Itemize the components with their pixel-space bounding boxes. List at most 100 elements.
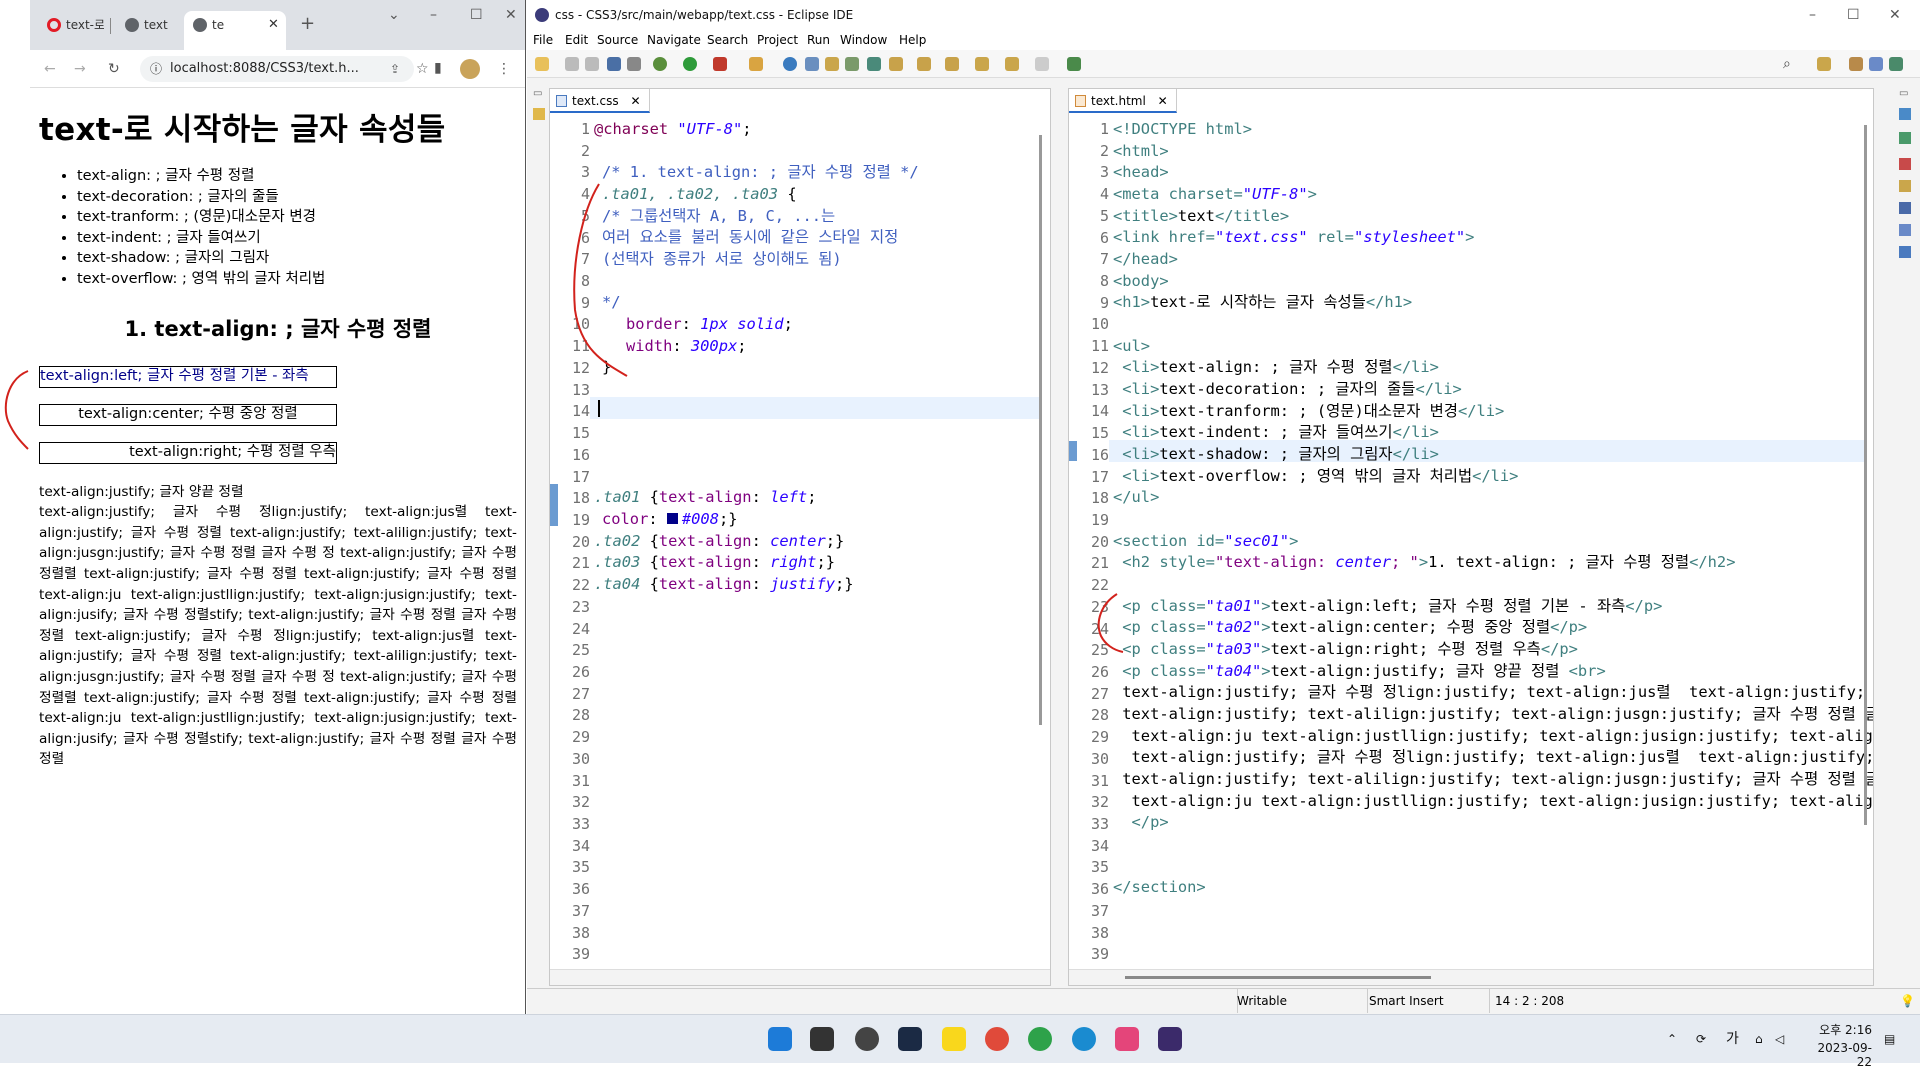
- kakaotalk-icon[interactable]: [942, 1027, 966, 1051]
- bookmark-star-icon[interactable]: ☆: [416, 60, 429, 78]
- menu-window[interactable]: Window: [840, 30, 887, 50]
- run-icon[interactable]: [683, 57, 697, 71]
- chrome-icon[interactable]: [985, 1027, 1009, 1051]
- menu-search[interactable]: Search: [707, 30, 748, 50]
- css-file-icon: [556, 95, 567, 107]
- menu-run[interactable]: Run: [807, 30, 830, 50]
- avatar[interactable]: [460, 59, 480, 79]
- html-code-area[interactable]: 1 2 3 4 5 6 7 8 9 10 11 12 13 14 15 16 17 18 19 20 21 22 23 24 2…: [1069, 115, 1873, 967]
- sidebar-icon[interactable]: ▮: [434, 59, 442, 77]
- notification-icon[interactable]: ▤: [1884, 1032, 1895, 1046]
- search-icon[interactable]: ⌕: [1783, 57, 1797, 71]
- open-perspective-icon[interactable]: [1817, 57, 1831, 71]
- line-number: 31: [1090, 771, 1109, 790]
- horizontal-scrollbar[interactable]: [1069, 969, 1873, 985]
- menu-edit[interactable]: Edit: [565, 30, 588, 50]
- task-list-icon[interactable]: [1899, 132, 1911, 144]
- servers-icon[interactable]: [1899, 202, 1911, 214]
- clock-date[interactable]: 2023-09-22: [1810, 1041, 1872, 1069]
- next-annotation-icon[interactable]: [917, 57, 931, 71]
- reload-icon[interactable]: ↻: [108, 60, 120, 78]
- tab-text-html[interactable]: text.html ✕: [1069, 89, 1177, 113]
- close-tab-icon[interactable]: ✕: [1158, 94, 1168, 108]
- menu-project[interactable]: Project: [757, 30, 798, 50]
- menu-file[interactable]: File: [533, 30, 553, 50]
- problems-icon[interactable]: [1899, 158, 1911, 170]
- new-class-icon[interactable]: [805, 57, 819, 71]
- network-icon[interactable]: ⌂: [1755, 1032, 1763, 1046]
- start-icon[interactable]: [768, 1027, 792, 1051]
- save-icon[interactable]: [565, 57, 579, 71]
- annotation-icon[interactable]: [889, 57, 903, 71]
- debug-icon[interactable]: [653, 57, 667, 71]
- markers-icon[interactable]: [1899, 246, 1911, 258]
- app-icon[interactable]: [898, 1027, 922, 1051]
- chrome-icon[interactable]: [1028, 1027, 1052, 1051]
- volume-icon[interactable]: ◁: [1775, 1032, 1784, 1046]
- console-icon[interactable]: [1899, 180, 1911, 192]
- scrollbar-thumb[interactable]: [1125, 976, 1431, 979]
- ime-indicator[interactable]: 가: [1726, 1032, 1739, 1046]
- perspective-debug-icon[interactable]: [1889, 57, 1903, 71]
- new-file-icon[interactable]: [535, 57, 549, 71]
- perspective-java-icon[interactable]: [1849, 57, 1863, 71]
- back-nav-icon[interactable]: [1005, 57, 1019, 71]
- maximize-icon[interactable]: ☐: [470, 6, 483, 24]
- address-bar[interactable]: ⓘ localhost:8088/CSS3/text.h...: [140, 56, 414, 82]
- chevron-down-icon[interactable]: ⌄: [388, 6, 400, 24]
- site-info-icon[interactable]: ⓘ: [150, 56, 162, 82]
- sync-icon[interactable]: ⟳: [1696, 1032, 1706, 1046]
- restore-icon[interactable]: ▭: [1899, 88, 1908, 99]
- server-icon[interactable]: [783, 57, 797, 71]
- vertical-scrollbar[interactable]: [1039, 135, 1042, 725]
- forward-nav-icon[interactable]: [1035, 57, 1049, 71]
- open-type-icon[interactable]: [845, 57, 859, 71]
- vertical-scrollbar[interactable]: [1864, 125, 1867, 825]
- properties-icon[interactable]: [1899, 224, 1911, 236]
- code-line-17: <li>text-overflow: ; 영역 밖의 글자 처리법</li>: [1113, 467, 1519, 485]
- restore-icon[interactable]: ▭: [533, 88, 542, 99]
- close-tab-icon[interactable]: ✕: [268, 11, 279, 39]
- share-icon[interactable]: ⇪: [390, 60, 400, 78]
- close-icon[interactable]: ✕: [505, 6, 517, 24]
- forward-icon[interactable]: →: [74, 60, 86, 78]
- maximize-icon[interactable]: ☐: [1847, 6, 1860, 24]
- skip-breakpoints-icon[interactable]: [627, 57, 641, 71]
- menu-navigate[interactable]: Navigate: [647, 30, 701, 50]
- terminal-icon[interactable]: [607, 57, 621, 71]
- menu-source[interactable]: Source: [597, 30, 638, 50]
- save-all-icon[interactable]: [585, 57, 599, 71]
- browser-tab-2[interactable]: text: [116, 11, 180, 39]
- package-explorer-icon[interactable]: [533, 108, 545, 120]
- app-icon[interactable]: [855, 1027, 879, 1051]
- clock-time[interactable]: 오후 2:16: [1810, 1023, 1872, 1037]
- eclipse-icon[interactable]: [1158, 1027, 1182, 1051]
- external-tools-icon[interactable]: [713, 57, 727, 71]
- last-edit-icon[interactable]: [975, 57, 989, 71]
- snipping-tool-icon[interactable]: [1115, 1027, 1139, 1051]
- outline-icon[interactable]: [1899, 108, 1911, 120]
- search-tool-icon[interactable]: [867, 57, 881, 71]
- line-number: 32: [1090, 793, 1109, 812]
- new-package-icon[interactable]: [825, 57, 839, 71]
- edge-icon[interactable]: [1072, 1027, 1096, 1051]
- minimize-icon[interactable]: –: [1809, 6, 1816, 24]
- close-icon[interactable]: ✕: [1889, 6, 1901, 24]
- menu-dots-icon[interactable]: ⋮: [497, 60, 511, 78]
- back-icon[interactable]: ←: [44, 60, 56, 78]
- close-tab-icon[interactable]: ✕: [630, 94, 640, 108]
- prev-annotation-icon[interactable]: [945, 57, 959, 71]
- task-view-icon[interactable]: [810, 1027, 834, 1051]
- menu-help[interactable]: Help: [899, 30, 926, 50]
- tool-icon[interactable]: [749, 57, 763, 71]
- minimize-icon[interactable]: –: [430, 6, 437, 24]
- tab-text-css[interactable]: text.css ✕: [550, 89, 650, 113]
- browser-tab-active[interactable]: te ✕: [184, 11, 286, 50]
- chevron-up-icon[interactable]: ⌃: [1667, 1032, 1677, 1046]
- perspective-web-icon[interactable]: [1869, 57, 1883, 71]
- new-tab-button[interactable]: +: [300, 15, 315, 33]
- horizontal-scrollbar[interactable]: [550, 969, 1050, 985]
- browser-tab-1[interactable]: text-로: [38, 11, 104, 39]
- pin-editor-icon[interactable]: [1067, 57, 1081, 71]
- tip-icon[interactable]: 💡: [1900, 989, 1915, 1013]
